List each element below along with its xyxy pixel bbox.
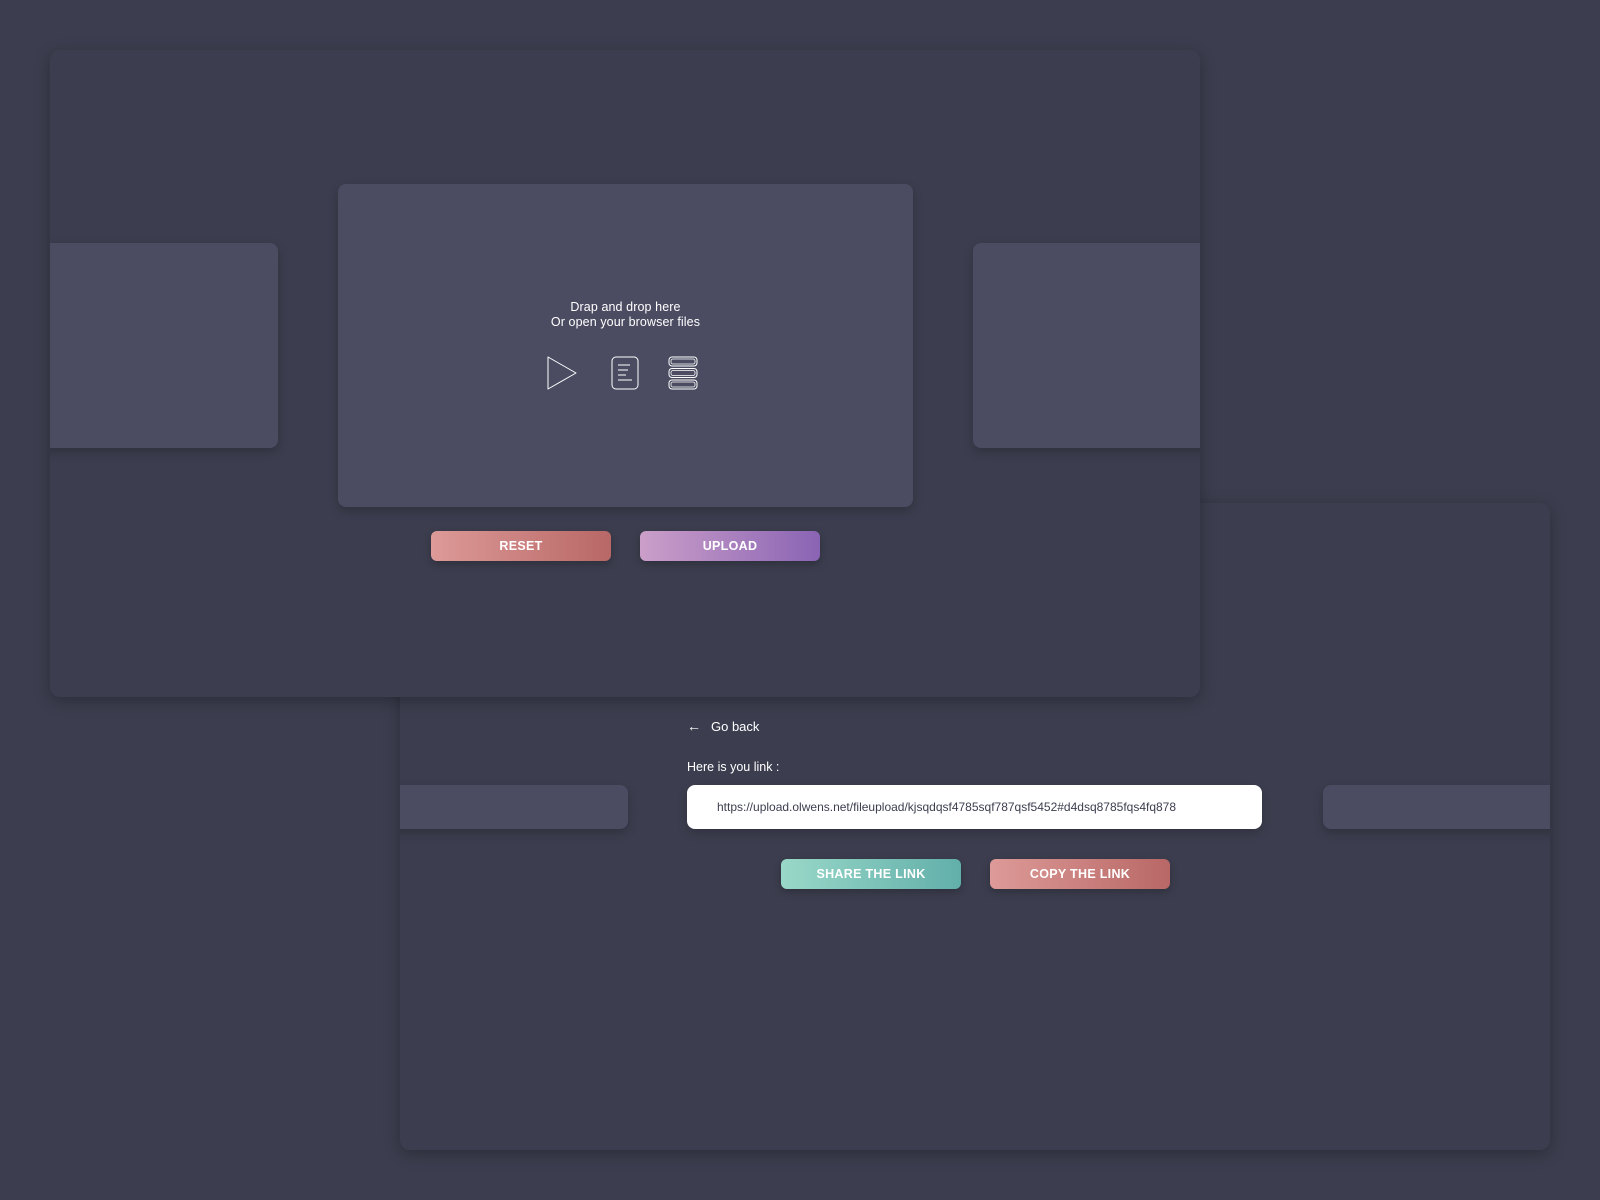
copy-link-button[interactable]: COPY THE LINK — [990, 859, 1170, 889]
upload-button[interactable]: UPLOAD — [640, 531, 820, 561]
prev-link-card — [400, 785, 628, 829]
prev-upload-card — [50, 243, 278, 448]
next-link-card — [1323, 785, 1550, 829]
dropzone-line-1: Drap and drop here — [570, 300, 681, 314]
go-back-label: Go back — [711, 718, 760, 734]
play-icon — [546, 356, 578, 395]
stack-icon — [668, 356, 698, 395]
dropzone-line-2: Or open your browser files — [550, 315, 701, 329]
arrow-left-icon: ← — [687, 718, 701, 734]
link-input[interactable] — [687, 785, 1262, 829]
canvas: ← Go back Here is you link : SHARE THE L… — [0, 0, 1600, 1200]
dropzone[interactable]: Drap and drop here Or open your browser … — [338, 184, 913, 507]
dropzone-instructions: Drap and drop here Or open your browser … — [338, 300, 913, 330]
document-icon — [611, 356, 639, 395]
reset-button[interactable]: RESET — [431, 531, 611, 561]
go-back-link[interactable]: ← Go back — [687, 718, 759, 734]
file-type-icons — [546, 356, 706, 392]
link-label: Here is you link : — [687, 760, 780, 774]
next-upload-card — [973, 243, 1200, 448]
upload-window: Drap and drop here Or open your browser … — [50, 50, 1200, 697]
share-link-button[interactable]: SHARE THE LINK — [781, 859, 961, 889]
